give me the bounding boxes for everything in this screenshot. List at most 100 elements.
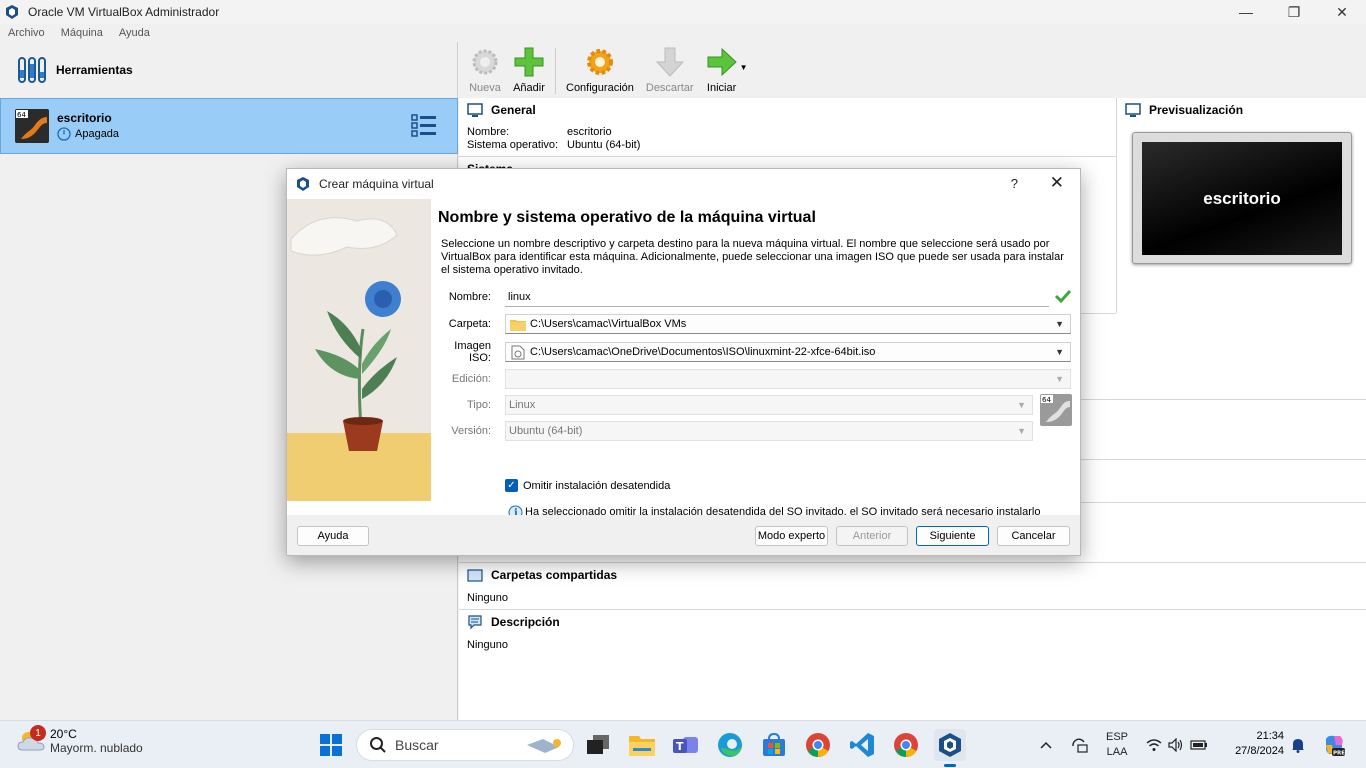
nombre-input[interactable]: linux — [505, 287, 1049, 307]
menu-maquina[interactable]: Máquina — [53, 24, 111, 42]
edicion-combo[interactable]: ▼ — [505, 369, 1071, 389]
restore-button[interactable]: ❐ — [1270, 0, 1318, 24]
dialog-title: Crear máquina virtual — [319, 177, 434, 191]
folder-icon — [467, 569, 483, 582]
add-plus-icon — [514, 47, 544, 77]
siguiente-button[interactable]: Siguiente — [916, 526, 989, 546]
menu-bar: Archivo Máquina Ayuda — [0, 24, 158, 42]
detail-value: Ubuntu (64-bit) — [567, 139, 641, 151]
nombre-label: Nombre: — [448, 291, 491, 303]
chevron-down-icon[interactable]: ▼ — [1055, 319, 1064, 329]
create-vm-dialog: Crear máquina virtual ? ✕ Nombre y siste… — [286, 168, 1081, 556]
network-refresh-tray[interactable] — [1070, 721, 1088, 768]
taskbar-clock[interactable]: 21:34 27/8/2024 — [1226, 729, 1284, 759]
checkbox-checked-icon: ✓ — [505, 479, 518, 492]
title-bar: Oracle VM VirtualBox Administrador — ❐ ✕ — [0, 0, 1366, 24]
detail-key: Sistema operativo: — [467, 139, 559, 151]
search-highlight-icon — [527, 739, 561, 753]
valid-check-icon — [1054, 289, 1072, 304]
svg-text:64: 64 — [1042, 396, 1051, 404]
file-explorer-button[interactable] — [626, 729, 658, 761]
detail-key: Nombre: — [467, 126, 510, 138]
main-toolbar: Nueva Añadir Configuración Descartar Ini… — [459, 42, 1366, 98]
teams-icon: T — [673, 737, 698, 753]
toolbar-separator — [555, 48, 556, 94]
chevron-down-icon: ▼ — [1055, 374, 1064, 384]
language-indicator[interactable]: ESP LAA — [1106, 721, 1128, 768]
anterior-button[interactable]: Anterior — [836, 526, 908, 546]
start-button[interactable] — [315, 729, 347, 761]
tools-item[interactable]: Herramientas — [0, 42, 457, 98]
search-icon — [370, 737, 386, 753]
dialog-help-button[interactable]: ? — [1011, 176, 1018, 191]
section-general[interactable]: General — [459, 98, 1116, 122]
edge-button[interactable] — [714, 729, 746, 761]
store-button[interactable] — [758, 729, 790, 761]
section-carpetas[interactable]: Carpetas compartidas — [459, 563, 1366, 587]
teams-button[interactable]: T — [670, 729, 702, 761]
virtualbox-app-icon — [6, 5, 18, 19]
checkbox-label: Omitir instalación desatendida — [523, 479, 671, 492]
virtualbox-taskbar-button[interactable] — [934, 729, 966, 767]
preview-vm-name: escritorio — [1142, 142, 1342, 255]
copilot-button[interactable]: PRE — [1322, 721, 1346, 768]
iniciar-button[interactable]: Iniciar — [706, 46, 738, 98]
tools-label: Herramientas — [56, 63, 133, 77]
sync-icon — [1072, 738, 1088, 753]
iniciar-dropdown-arrow[interactable]: ▼ — [740, 63, 748, 72]
copilot-icon: PRE — [1326, 735, 1345, 757]
configuracion-button[interactable]: Configuración — [566, 46, 634, 98]
tipo-combo[interactable]: Linux ▼ — [505, 395, 1033, 415]
start-arrow-icon — [707, 47, 737, 77]
cancelar-button[interactable]: Cancelar — [997, 526, 1070, 546]
taskbar-search[interactable]: Buscar — [356, 729, 574, 761]
taskbar: 1 20°C Mayorm. nublado Buscar T ESP LAA … — [0, 720, 1366, 768]
vm-list-item[interactable]: 64 escritorio Apagada — [0, 98, 458, 154]
omit-unattended-checkbox[interactable]: ✓ Omitir instalación desatendida — [505, 479, 670, 492]
virtualbox-dialog-icon — [297, 177, 309, 191]
clock-time: 21:34 — [1256, 730, 1284, 742]
section-descripcion[interactable]: Descripción — [459, 610, 1366, 634]
vscode-button[interactable] — [846, 729, 878, 761]
chevron-down-icon: ▼ — [1017, 400, 1026, 410]
preview-panel: Previsualización escritorio — [1116, 98, 1366, 313]
show-hidden-icons[interactable] — [1040, 721, 1052, 768]
svg-text:PRE: PRE — [1333, 751, 1345, 757]
os-type-icon: 64 — [1040, 394, 1072, 426]
version-combo[interactable]: Ubuntu (64-bit) ▼ — [505, 421, 1033, 441]
quick-settings[interactable] — [1146, 721, 1208, 768]
dialog-close-button[interactable]: ✕ — [1050, 173, 1064, 193]
menu-archivo[interactable]: Archivo — [0, 24, 53, 42]
chevron-up-icon — [1040, 741, 1052, 749]
minimize-button[interactable]: — — [1222, 0, 1270, 24]
ubuntu-vm-icon: 64 — [15, 109, 49, 143]
ayuda-button[interactable]: Ayuda — [297, 526, 369, 546]
modo-experto-button[interactable]: Modo experto — [755, 526, 828, 546]
anadir-button[interactable]: Añadir — [513, 46, 545, 98]
preview-screen: escritorio — [1132, 132, 1352, 264]
task-view-button[interactable] — [582, 729, 614, 761]
list-menu-icon[interactable] — [411, 113, 437, 139]
carpeta-combo[interactable]: C:\Users\camac\VirtualBox VMs ▼ — [505, 314, 1071, 334]
chrome-profile-button[interactable] — [890, 729, 922, 761]
iso-value: C:\Users\camac\OneDrive\Documentos\ISO\l… — [530, 346, 876, 358]
vm-state: Apagada — [75, 128, 120, 140]
dialog-title-bar: Crear máquina virtual ? ✕ — [287, 169, 1080, 199]
settings-gear-icon — [586, 49, 613, 75]
chrome-button[interactable] — [802, 729, 834, 761]
vscode-icon — [850, 733, 874, 757]
chevron-down-icon[interactable]: ▼ — [1055, 347, 1064, 357]
close-button[interactable]: ✕ — [1318, 0, 1366, 24]
menu-ayuda[interactable]: Ayuda — [111, 24, 158, 42]
power-off-icon — [57, 127, 71, 141]
descartar-button[interactable]: Descartar — [646, 46, 694, 98]
notifications-button[interactable] — [1290, 721, 1306, 768]
dialog-description: Seleccione un nombre descriptivo y carpe… — [441, 238, 1064, 276]
weather-widget[interactable]: 1 20°C Mayorm. nublado — [16, 725, 143, 755]
weather-desc: Mayorm. nublado — [50, 741, 143, 755]
iso-combo[interactable]: C:\Users\camac\OneDrive\Documentos\ISO\l… — [505, 342, 1071, 362]
wifi-icon — [1146, 739, 1162, 751]
nueva-button[interactable]: Nueva — [469, 46, 501, 98]
chrome-icon — [894, 733, 918, 757]
new-gear-icon — [472, 49, 498, 75]
